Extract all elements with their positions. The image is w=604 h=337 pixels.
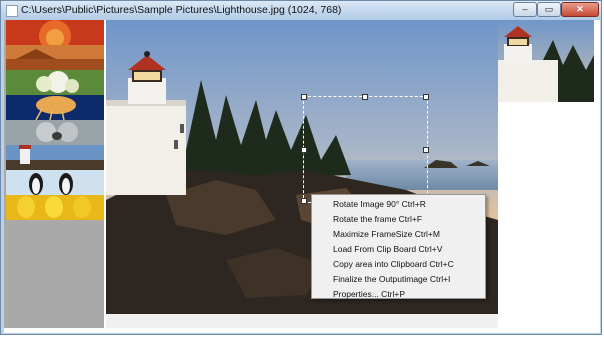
selection-handle-top-left[interactable] [301,94,307,100]
window-title: C:\Users\Public\Pictures\Sample Pictures… [21,4,342,16]
client-area: Rotate Image 90° Ctrl+R Rotate the frame… [4,20,600,333]
menu-item-load-from-clipboard[interactable]: Load From Clip Board Ctrl+V [333,242,442,257]
selection-handle-left[interactable] [301,147,307,153]
selection-handle-right[interactable] [423,147,429,153]
app-icon [6,5,18,17]
minimize-button[interactable]: – [513,2,537,17]
close-button[interactable]: ✕ [561,2,599,17]
canvas-bottom-strip [106,314,498,328]
thumbnail-desert[interactable] [6,45,104,70]
thumbnail-koala[interactable] [6,120,104,145]
thumbnail-tulips[interactable] [6,195,104,220]
title-bar[interactable]: C:\Users\Public\Pictures\Sample Pictures… [1,1,601,20]
thumbnail-hydrangeas[interactable] [6,70,104,95]
thumbnail-jellyfish[interactable] [6,95,104,120]
thumbnail-chrysanthemum[interactable] [6,20,104,45]
thumbnail-lighthouse[interactable] [6,145,104,170]
output-preview [498,20,594,102]
menu-item-finalize-output[interactable]: Finalize the Outputimage Ctrl+I [333,272,450,287]
thumbnail-strip[interactable] [4,20,104,328]
selection-handle-bottom-left[interactable] [301,198,307,204]
menu-item-copy-to-clipboard[interactable]: Copy area into Clipboard Ctrl+C [333,257,454,272]
selection-rectangle[interactable] [303,96,428,203]
menu-item-rotate-frame[interactable]: Rotate the frame Ctrl+F [333,212,422,227]
app-window: C:\Users\Public\Pictures\Sample Pictures… [0,0,602,335]
selection-handle-top[interactable] [362,94,368,100]
menu-item-rotate-image[interactable]: Rotate Image 90° Ctrl+R [333,197,426,212]
thumbnail-penguins[interactable] [6,170,104,195]
context-menu: Rotate Image 90° Ctrl+R Rotate the frame… [311,194,486,299]
maximize-button[interactable]: ▭ [537,2,561,17]
menu-item-maximize-framesize[interactable]: Maximize FrameSize Ctrl+M [333,227,440,242]
menu-item-properties[interactable]: Properties... Ctrl+P [333,287,405,302]
selection-handle-top-right[interactable] [423,94,429,100]
